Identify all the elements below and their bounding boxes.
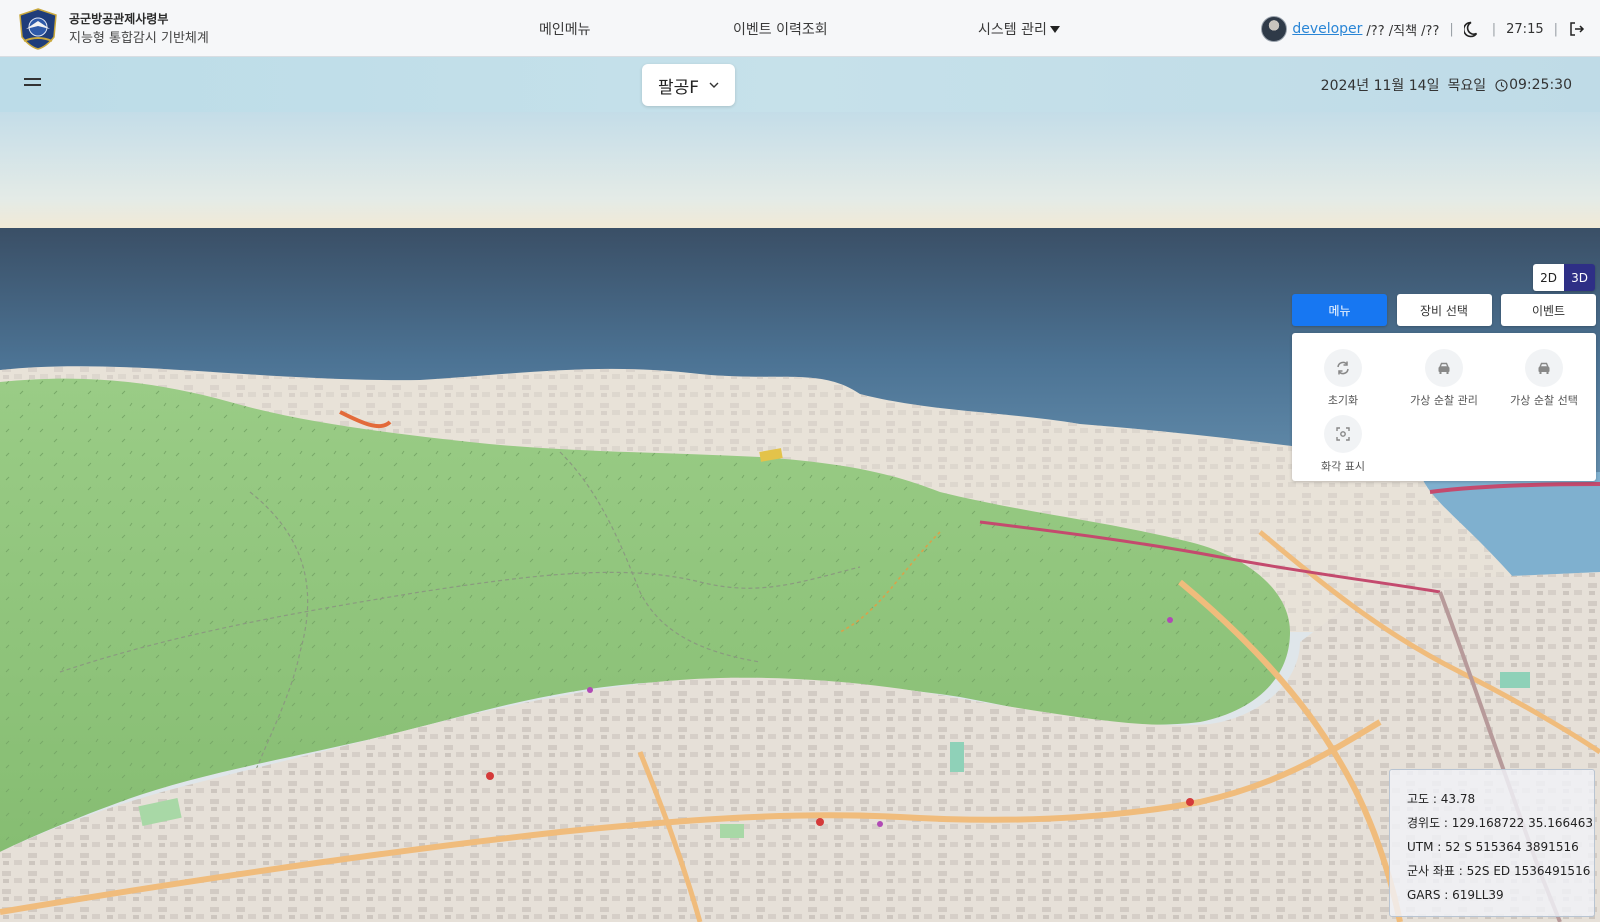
brand: 공군방공관제사령부 지능형 통합감시 기반체계 — [16, 7, 209, 51]
divider: | — [1553, 21, 1558, 37]
nav-event-history[interactable]: 이벤트 이력조회 — [733, 19, 828, 39]
user-info: /?? /직책 /?? — [1366, 23, 1440, 39]
site-select-value: 팔공F — [657, 77, 700, 98]
system-name: 지능형 통합감시 기반체계 — [69, 31, 209, 46]
view-3d-button[interactable]: 3D — [1564, 264, 1595, 291]
utm-readout: UTM : 52 S 515364 3891516 — [1407, 840, 1579, 854]
tool-virtual-patrol-select-label: 가상 순찰 선택 — [1510, 394, 1578, 407]
tool-reset[interactable]: 초기화 — [1295, 349, 1391, 408]
nav-system-management-label: 시스템 관리 — [978, 22, 1047, 38]
current-day: 목요일 — [1447, 78, 1487, 94]
tool-reset-label: 초기화 — [1327, 394, 1359, 407]
view-2d-button[interactable]: 2D — [1533, 264, 1564, 291]
map-viewport-3d[interactable] — [0, 112, 1600, 922]
site-select[interactable]: 팔공F — [642, 64, 735, 106]
org-name: 공군방공관제사령부 — [69, 12, 169, 26]
military-grid-readout: 군사 좌표 : 52S ED 1536491516 — [1407, 864, 1591, 878]
tool-virtual-patrol-manage[interactable]: 가상 순찰 관리 — [1396, 349, 1492, 408]
clock-icon — [1495, 78, 1508, 92]
username-link[interactable]: developer — [1292, 21, 1362, 37]
current-datetime: 2024년 11월 14일 목요일 09:25:30 — [1321, 75, 1572, 95]
hamburger-menu-icon[interactable] — [24, 74, 44, 94]
view-mode-toggle: 2D 3D — [1533, 264, 1595, 291]
dark-mode-moon-icon[interactable] — [1463, 20, 1482, 38]
nav-main-menu[interactable]: 메인메뉴 — [539, 19, 591, 39]
logout-icon[interactable] — [1568, 20, 1586, 38]
sub-toolbar: 팔공F 2024년 11월 14일 목요일 09:25:30 — [0, 57, 1600, 112]
coordinate-readout: 고도 : 43.78 경위도 : 129.168722 35.166463 UT… — [1389, 769, 1595, 917]
session-timer: 27:15 — [1506, 21, 1544, 37]
gars-readout: GARS : 619LL39 — [1407, 888, 1504, 902]
tab-equipment-select[interactable]: 장비 선택 — [1396, 294, 1492, 326]
menu-panel: 초기화 가상 순찰 관리 가상 순찰 선택 화각 표시 — [1292, 333, 1596, 481]
current-date: 2024년 11월 14일 — [1320, 78, 1440, 94]
avatar[interactable] — [1261, 16, 1288, 42]
user-area: developer /?? /직책 /?? | | 27:15 | — [1261, 16, 1586, 42]
current-time: 09:25:30 — [1509, 77, 1572, 93]
tab-menu[interactable]: 메뉴 — [1292, 294, 1387, 326]
chevron-down-icon — [709, 82, 719, 88]
tab-event[interactable]: 이벤트 — [1501, 294, 1596, 326]
tool-virtual-patrol-select[interactable]: 가상 순찰 선택 — [1496, 349, 1592, 408]
divider: | — [1449, 21, 1454, 37]
tool-virtual-patrol-manage-label: 가상 순찰 관리 — [1410, 394, 1478, 407]
patrol-car-icon — [1525, 349, 1563, 387]
tool-view-angle-label: 화각 표시 — [1321, 460, 1365, 473]
patrol-car-icon — [1425, 349, 1463, 387]
tool-view-angle[interactable]: 화각 표시 — [1295, 415, 1391, 474]
latlon-readout: 경위도 : 129.168722 35.166463 — [1407, 816, 1594, 830]
refresh-icon — [1324, 349, 1362, 387]
nav-system-management[interactable]: 시스템 관리 — [978, 19, 1060, 39]
top-header: 공군방공관제사령부 지능형 통합감시 기반체계 메인메뉴 이벤트 이력조회 시스… — [0, 0, 1600, 57]
altitude-readout: 고도 : 43.78 — [1407, 792, 1476, 806]
view-angle-icon — [1324, 415, 1362, 453]
side-panel-tabs: 메뉴 장비 선택 이벤트 — [1292, 294, 1596, 327]
terrain-map — [0, 112, 1600, 922]
air-force-emblem-icon — [19, 8, 57, 50]
divider: | — [1491, 21, 1497, 37]
caret-down-icon — [1049, 26, 1060, 33]
